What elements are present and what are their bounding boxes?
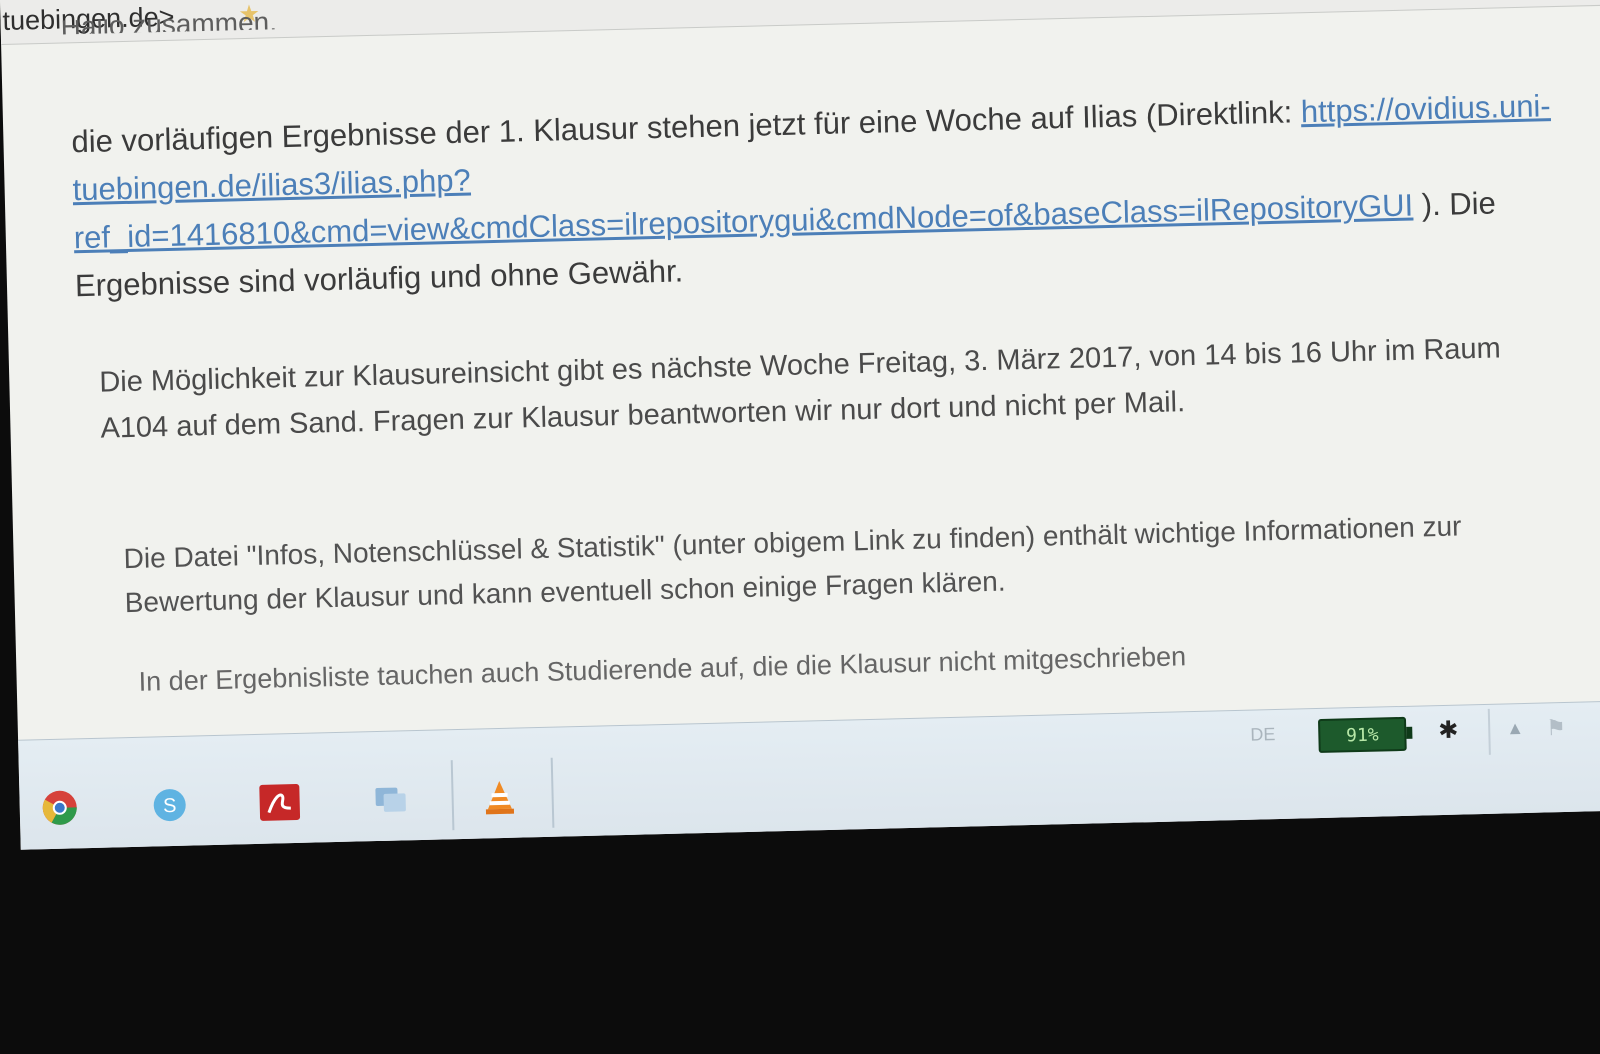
network-icon[interactable] xyxy=(365,777,414,822)
chrome-icon[interactable] xyxy=(35,785,84,830)
tray-separator xyxy=(1487,708,1491,755)
battery-indicator[interactable]: 91% xyxy=(1317,716,1407,754)
taskbar-separator xyxy=(550,757,555,828)
svg-text:S: S xyxy=(163,795,177,817)
language-indicator[interactable]: DE xyxy=(1250,724,1276,746)
email-paragraph-result-list: In der Ergebnisliste tauchen auch Studie… xyxy=(138,641,1187,697)
pdf-reader-icon[interactable] xyxy=(255,780,304,825)
paragraph-text: die vorläufigen Ergebnisse der 1. Klausu… xyxy=(71,94,1302,160)
email-paragraph-results: die vorläufigen Ergebnisse der 1. Klausu… xyxy=(71,82,1555,310)
screen: tuebingen.de> ★ Hallo zusammen, die vorl… xyxy=(0,0,1600,850)
vlc-icon[interactable] xyxy=(475,774,524,819)
show-hidden-icons-icon[interactable]: ▲ xyxy=(1506,718,1524,739)
email-paragraph-file-info: Die Datei "Infos, Notenschlüssel & Stati… xyxy=(123,510,1462,619)
taskbar-separator xyxy=(450,760,455,831)
action-center-flag-icon[interactable]: ⚑ xyxy=(1546,715,1566,741)
email-body: die vorläufigen Ergebnisse der 1. Klausu… xyxy=(0,0,1600,740)
skype-icon[interactable]: S xyxy=(145,783,194,828)
email-paragraph-inspection: Die Möglichkeit zur Klausureinsicht gibt… xyxy=(98,332,1502,445)
gear-icon[interactable]: ✱ xyxy=(1438,716,1459,745)
